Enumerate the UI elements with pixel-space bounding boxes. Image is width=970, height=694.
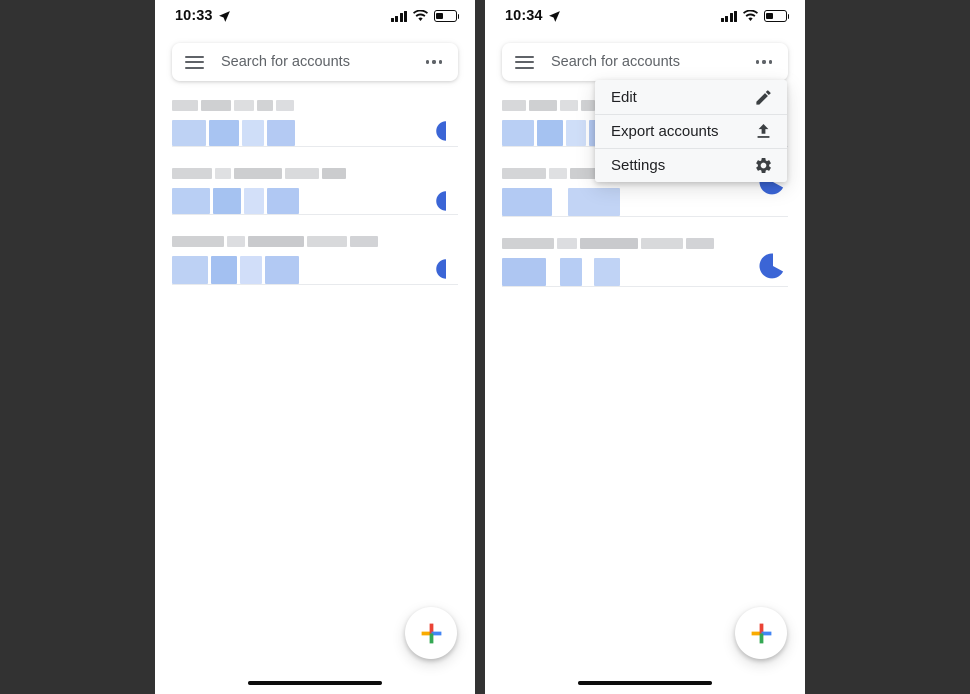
hamburger-menu-icon[interactable] (515, 55, 534, 69)
menu-item-label: Settings (611, 157, 666, 174)
account-content (172, 168, 458, 214)
list-divider (172, 284, 458, 285)
menu-item-label: Edit (611, 88, 637, 106)
phone-panel-right: 10:34 Search for accounts Edit Export ac… (485, 0, 805, 694)
overflow-menu: Edit Export accounts Settings (595, 80, 787, 182)
account-content (172, 236, 458, 284)
status-bar-right (720, 10, 790, 22)
location-arrow-icon (218, 10, 230, 22)
menu-item-label: Export accounts (611, 123, 719, 140)
search-input[interactable]: Search for accounts (551, 54, 754, 70)
list-item[interactable] (155, 214, 475, 285)
countdown-timer (436, 259, 456, 279)
list-item[interactable] (155, 90, 475, 147)
screenshot-stage: 10:33 Search for accounts 10:34 Search f… (0, 0, 970, 694)
otp-code-redacted (172, 120, 458, 146)
hamburger-menu-icon[interactable] (185, 55, 204, 69)
account-list (155, 90, 475, 285)
battery-low-icon (434, 10, 460, 22)
more-options-icon[interactable] (754, 54, 774, 69)
wifi-icon (743, 10, 758, 21)
add-account-fab[interactable] (405, 607, 457, 659)
menu-item-export-accounts[interactable]: Export accounts (595, 114, 787, 148)
add-account-fab[interactable] (735, 607, 787, 659)
menu-item-settings[interactable]: Settings (595, 148, 787, 182)
otp-code-redacted (502, 258, 788, 286)
account-content (172, 100, 458, 146)
pencil-edit-icon (756, 89, 771, 105)
search-bar[interactable]: Search for accounts (502, 43, 788, 81)
status-time: 10:34 (505, 8, 543, 24)
phone-panel-left: 10:33 Search for accounts (155, 0, 475, 694)
otp-code-redacted (172, 256, 458, 284)
issuer-redacted (172, 100, 458, 111)
search-input[interactable]: Search for accounts (221, 54, 424, 70)
add-plus-icon (751, 623, 771, 643)
status-time: 10:33 (175, 8, 213, 24)
cellular-signal-icon (390, 10, 407, 22)
search-bar[interactable]: Search for accounts (172, 43, 458, 81)
status-bar-left: 10:34 (505, 8, 561, 24)
battery-low-icon (764, 10, 790, 22)
add-plus-icon (421, 623, 441, 643)
otp-code-redacted (502, 188, 788, 216)
list-item[interactable] (155, 146, 475, 215)
home-indicator (248, 680, 382, 685)
account-content (502, 238, 788, 286)
location-arrow-icon (548, 10, 560, 22)
issuer-redacted (172, 236, 458, 247)
status-bar-right (390, 10, 460, 22)
cellular-signal-icon (720, 10, 737, 22)
upload-export-icon (757, 123, 770, 138)
status-bar: 10:33 (155, 0, 475, 32)
wifi-icon (413, 10, 428, 21)
gear-settings-icon (756, 158, 771, 173)
issuer-redacted (502, 238, 788, 249)
menu-item-edit[interactable]: Edit (595, 80, 787, 114)
home-indicator (578, 680, 712, 685)
otp-code-redacted (172, 188, 458, 214)
more-options-icon[interactable] (424, 54, 444, 69)
list-item[interactable] (485, 216, 805, 287)
countdown-timer (436, 191, 456, 211)
status-bar: 10:34 (485, 0, 805, 32)
status-bar-left: 10:33 (175, 8, 231, 24)
issuer-redacted (172, 168, 458, 179)
list-divider (502, 286, 788, 287)
countdown-timer (436, 121, 456, 141)
countdown-timer (759, 253, 784, 279)
